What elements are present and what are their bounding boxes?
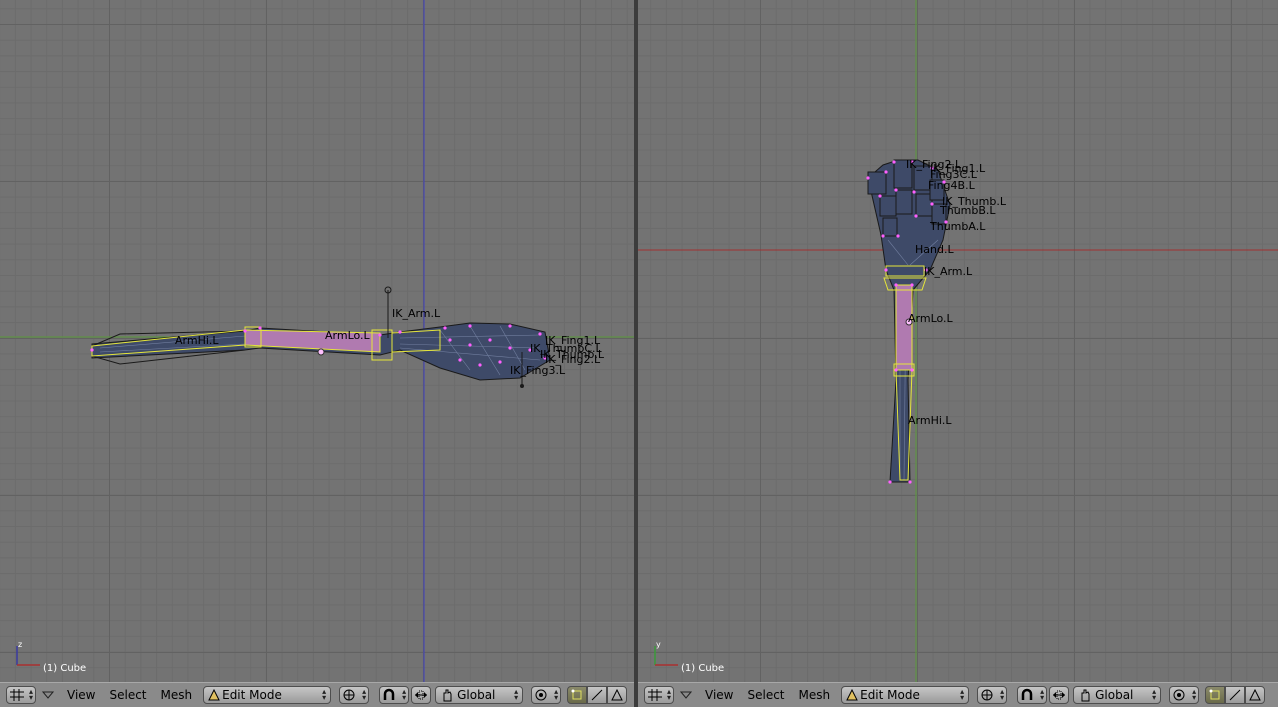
edge-select-button[interactable] (587, 686, 608, 704)
bone-label: ArmLo.L (325, 329, 371, 342)
magnet-icon (382, 688, 396, 702)
draw-type-icon (980, 688, 994, 702)
face-select-icon (611, 689, 623, 701)
axis-gizmo: z (16, 640, 40, 666)
bone-label: ArmHi.L (908, 414, 952, 427)
layer-select[interactable]: ▴ ▾ (531, 686, 562, 704)
orientation-value: Global (457, 688, 496, 702)
draw-type-select[interactable]: ▴ ▾ (977, 686, 1008, 704)
updown-arrows-icon: ▴ ▾ (960, 687, 965, 702)
manipulator-icon (415, 690, 428, 700)
axis-label: z (18, 640, 22, 649)
collapse-menu-icon[interactable] (42, 690, 54, 700)
mode-select[interactable]: Edit Mode ▴ ▾ (841, 686, 970, 704)
bone-label: IK_Thumb.L (540, 348, 605, 361)
mode-select-value: Edit Mode (222, 688, 282, 702)
updown-arrows-icon: ▴ ▾ (514, 687, 519, 702)
bone-label: Fing4B.L (928, 179, 976, 192)
editor-type-select[interactable]: ▴ ▾ (644, 686, 674, 704)
face-select-icon (1249, 689, 1261, 701)
manipulator-icon (1053, 690, 1066, 700)
bone-label: ThumbB.L (939, 204, 996, 217)
grid-icon (9, 688, 25, 702)
bone-label: IK_Arm.L (924, 265, 973, 278)
updown-arrows-icon: ▴ ▾ (322, 687, 327, 702)
viewport-header-right: ▴ ▾ View Select Mesh Edit Mode ▴ ▾ ▴ ▾ ▴ ▾ G… (638, 682, 1278, 707)
draw-type-icon (342, 688, 356, 702)
updown-arrows-icon: ▴ ▾ (1000, 687, 1005, 702)
mode-select-value: Edit Mode (860, 688, 920, 702)
hand-icon (440, 688, 454, 702)
bone-label: Hand.L (915, 243, 954, 256)
bone-label: IK_Arm.L (392, 307, 441, 320)
transform-orientation-select[interactable]: Global ▴ ▾ (435, 686, 524, 704)
menu-select[interactable]: Select (740, 688, 791, 702)
bone-label: ArmHi.L (175, 334, 219, 347)
layer-select[interactable]: ▴ ▾ (1169, 686, 1200, 704)
grid-icon (647, 688, 663, 702)
face-select-button[interactable] (607, 686, 628, 704)
editor-type-select[interactable]: ▴ ▾ (6, 686, 36, 704)
menu-mesh[interactable]: Mesh (792, 688, 838, 702)
edge-select-button[interactable] (1225, 686, 1246, 704)
select-mode-group (1205, 686, 1266, 704)
object-info: (1) Cube (681, 663, 725, 674)
edit-mode-icon (208, 689, 220, 701)
orientation-value: Global (1095, 688, 1134, 702)
edit-mode-icon (846, 689, 858, 701)
viewport-right[interactable]: IK_Fing2.L IK_Fing1.L Fing3C.L Fing4B.L … (638, 0, 1278, 682)
draw-type-select[interactable]: ▴ ▾ (339, 686, 370, 704)
vertex-select-button[interactable] (567, 686, 588, 704)
updown-arrows-icon: ▴ ▾ (1040, 687, 1045, 702)
menu-mesh[interactable]: Mesh (154, 688, 200, 702)
manipulator-toggle[interactable] (411, 686, 432, 704)
axis-label: y (656, 640, 661, 649)
viewport-right-scene[interactable]: IK_Fing2.L IK_Fing1.L Fing3C.L Fing4B.L … (638, 0, 1278, 682)
menu-select[interactable]: Select (102, 688, 153, 702)
edge-select-icon (591, 689, 603, 701)
manipulator-toggle[interactable] (1049, 686, 1070, 704)
menu-view[interactable]: View (60, 688, 102, 702)
updown-arrows-icon: ▴ ▾ (362, 687, 367, 702)
bone-label: ArmLo.L (908, 312, 954, 325)
viewport-left-scene[interactable]: IK_Arm.L ArmLo.L ArmHi.L IK_Fing1.L IK_F… (0, 0, 634, 682)
vertex-select-button[interactable] (1205, 686, 1226, 704)
updown-arrows-icon: ▴ ▾ (1192, 687, 1197, 702)
select-mode-group (567, 686, 628, 704)
magnet-icon (1020, 688, 1034, 702)
target-icon (1172, 688, 1186, 702)
vertex-select-icon (1209, 689, 1220, 700)
edge-select-icon (1229, 689, 1241, 701)
updown-arrows-icon: ▴ ▾ (666, 687, 671, 702)
updown-arrows-icon: ▴ ▾ (1152, 687, 1157, 702)
vertex-select-icon (571, 689, 582, 700)
bone-label: IK_Fing3.L (510, 364, 566, 377)
bone-label: ThumbA.L (929, 220, 986, 233)
collapse-menu-icon[interactable] (680, 690, 692, 700)
mode-select[interactable]: Edit Mode ▴ ▾ (203, 686, 332, 704)
updown-arrows-icon: ▴ ▾ (402, 687, 407, 702)
axis-gizmo: y (654, 640, 678, 666)
hand-icon (1078, 688, 1092, 702)
face-select-button[interactable] (1245, 686, 1266, 704)
object-info: (1) Cube (43, 663, 87, 674)
updown-arrows-icon: ▴ ▾ (554, 687, 559, 702)
pivot-select[interactable]: ▴ ▾ (1017, 686, 1048, 704)
transform-orientation-select[interactable]: Global ▴ ▾ (1073, 686, 1162, 704)
viewport-left[interactable]: IK_Arm.L ArmLo.L ArmHi.L IK_Fing1.L IK_F… (0, 0, 634, 682)
target-icon (534, 688, 548, 702)
menu-view[interactable]: View (698, 688, 740, 702)
pivot-select[interactable]: ▴ ▾ (379, 686, 410, 704)
updown-arrows-icon: ▴ ▾ (28, 687, 33, 702)
viewport-header-left: ▴ ▾ View Select Mesh Edit Mode ▴ ▾ ▴ ▾ ▴ ▾ G… (0, 682, 634, 707)
